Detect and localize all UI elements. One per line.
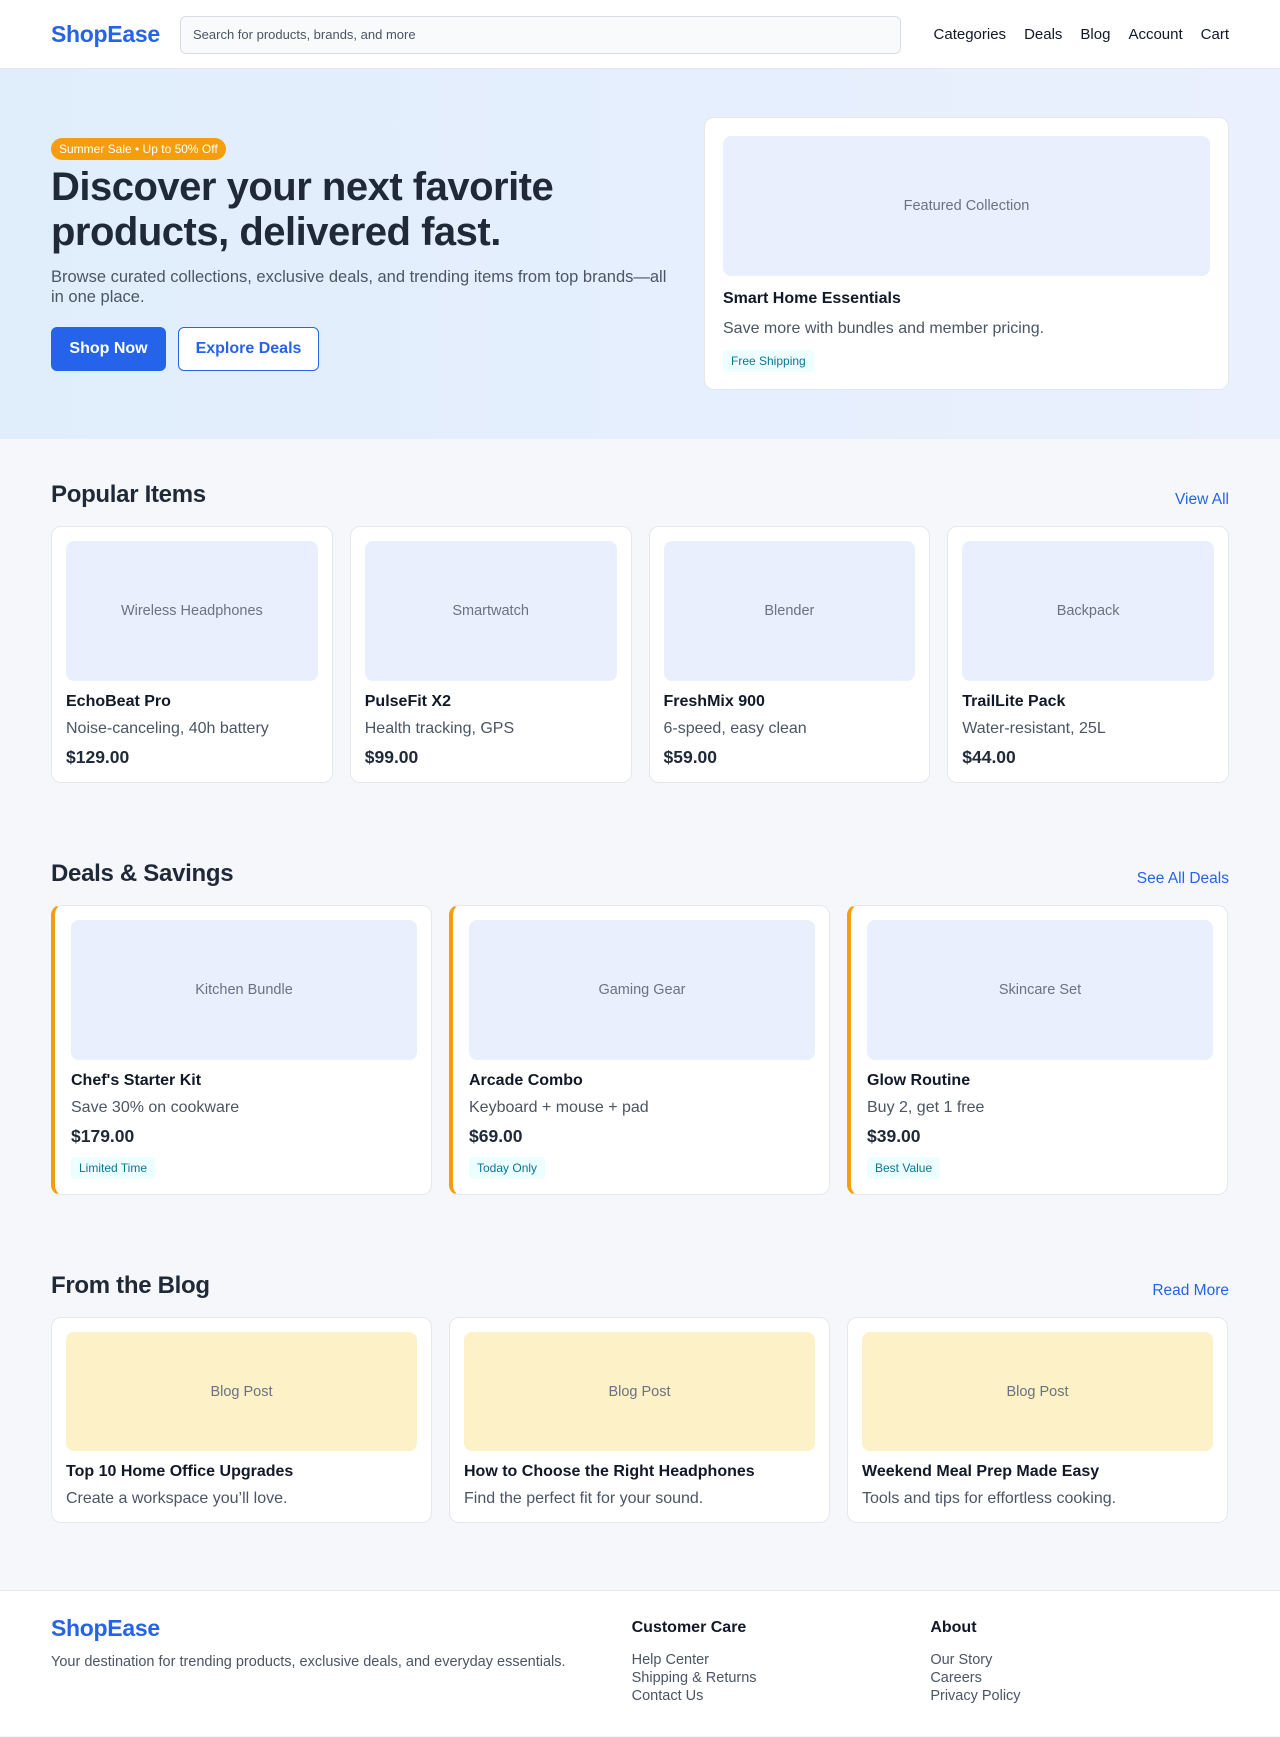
deal-card[interactable]: Gaming Gear Arcade Combo Keyboard + mous… (449, 905, 830, 1195)
deal-description: Keyboard + mouse + pad (469, 1099, 649, 1116)
featured-title: Smart Home Essentials (723, 290, 901, 307)
deal-image: Kitchen Bundle (71, 920, 417, 1060)
product-description: Noise-canceling, 40h battery (66, 720, 269, 737)
deal-name: Chef's Starter Kit (71, 1072, 202, 1089)
product-image: Blender (663, 541, 916, 681)
deals-section: Deals & Savings See All Deals Kitchen Bu… (0, 783, 1280, 1195)
section-title: Deals & Savings (51, 860, 234, 887)
product-name: PulseFit X2 (364, 693, 451, 710)
blog-image: Blog Post (66, 1332, 417, 1451)
footer-link-help-center[interactable]: Help Center (632, 1652, 709, 1668)
product-price: $59.00 (663, 747, 718, 767)
blog-title: Top 10 Home Office Upgrades (66, 1463, 294, 1480)
sale-badge: Summer Sale • Up to 50% Off (51, 138, 226, 160)
footer-link-privacy-policy[interactable]: Privacy Policy (930, 1688, 1020, 1704)
product-name: FreshMix 900 (663, 693, 765, 710)
deal-tag: Best Value (867, 1157, 941, 1179)
footer-link-contact-us[interactable]: Contact Us (632, 1688, 704, 1704)
deal-image: Skincare Set (867, 920, 1213, 1060)
product-card[interactable]: Smartwatch PulseFit X2 Health tracking, … (349, 526, 632, 783)
footer-column-title: About (930, 1619, 977, 1636)
site-header: ShopEase Categories Deals Blog Account C… (0, 0, 1280, 69)
see-all-deals-link[interactable]: See All Deals (1137, 870, 1229, 888)
product-image: Backpack (962, 541, 1214, 681)
hero-subtitle: Browse curated collections, exclusive de… (51, 268, 667, 306)
nav-account[interactable]: Account (1128, 26, 1182, 43)
deal-card[interactable]: Skincare Set Glow Routine Buy 2, get 1 f… (847, 905, 1228, 1195)
product-description: 6-speed, easy clean (663, 720, 807, 737)
footer-logo[interactable]: ShopEase (51, 1615, 632, 1642)
explore-deals-button[interactable]: Explore Deals (178, 327, 319, 371)
featured-subtitle: Save more with bundles and member pricin… (723, 320, 1045, 337)
product-image: Wireless Headphones (66, 541, 318, 681)
deal-tag: Today Only (469, 1157, 546, 1179)
read-more-link[interactable]: Read More (1152, 1282, 1229, 1300)
product-card[interactable]: Wireless Headphones EchoBeat Pro Noise-c… (51, 526, 333, 783)
product-card[interactable]: Blender FreshMix 900 6-speed, easy clean… (648, 526, 931, 783)
product-price: $99.00 (364, 747, 419, 767)
footer-link-careers[interactable]: Careers (930, 1670, 982, 1686)
blog-description: Find the perfect fit for your sound. (464, 1490, 704, 1507)
blog-image: Blog Post (464, 1332, 815, 1451)
featured-collection-card[interactable]: Featured Collection Smart Home Essential… (704, 117, 1229, 390)
footer-column-title: Customer Care (631, 1619, 747, 1636)
free-shipping-tag: Free Shipping (723, 350, 814, 372)
popular-items-section: Popular Items View All Wireless Headphon… (0, 439, 1280, 783)
product-price: $44.00 (962, 747, 1016, 767)
deal-price: $69.00 (469, 1126, 523, 1146)
logo[interactable]: ShopEase (51, 21, 180, 48)
blog-card[interactable]: Blog Post How to Choose the Right Headph… (449, 1317, 830, 1523)
product-price: $129.00 (66, 747, 130, 767)
search-input[interactable] (180, 15, 901, 54)
nav-cart[interactable]: Cart (1201, 26, 1229, 43)
site-footer: ShopEase Your destination for trending p… (0, 1590, 1280, 1736)
shop-now-button[interactable]: Shop Now (51, 327, 166, 371)
deal-name: Glow Routine (867, 1072, 971, 1089)
featured-image: Featured Collection (723, 136, 1210, 276)
footer-column-customer-care: Customer Care Help Center Shipping & Ret… (632, 1615, 931, 1705)
hero-buttons: Shop Now Explore Deals (51, 327, 671, 371)
footer-tagline: Your destination for trending products, … (51, 1654, 566, 1670)
footer-brand: ShopEase Your destination for trending p… (51, 1615, 632, 1705)
blog-title: How to Choose the Right Headphones (464, 1463, 755, 1480)
deal-description: Save 30% on cookware (71, 1099, 240, 1116)
footer-link-our-story[interactable]: Our Story (930, 1652, 992, 1668)
blog-card[interactable]: Blog Post Weekend Meal Prep Made Easy To… (847, 1317, 1228, 1523)
main-nav: Categories Deals Blog Account Cart (934, 26, 1229, 43)
nav-blog[interactable]: Blog (1080, 26, 1110, 43)
view-all-link[interactable]: View All (1175, 491, 1229, 509)
hero-content: Summer Sale • Up to 50% Off Discover you… (51, 117, 671, 390)
nav-deals[interactable]: Deals (1024, 26, 1062, 43)
deal-price: $179.00 (71, 1126, 135, 1146)
blog-description: Tools and tips for effortless cooking. (862, 1490, 1117, 1507)
product-image: Smartwatch (364, 541, 617, 681)
product-card[interactable]: Backpack TrailLite Pack Water-resistant,… (947, 526, 1229, 783)
hero-section: Summer Sale • Up to 50% Off Discover you… (0, 69, 1280, 439)
hero-title: Discover your next favorite products, de… (51, 165, 554, 254)
footer-link-shipping-returns[interactable]: Shipping & Returns (632, 1670, 757, 1686)
deal-image: Gaming Gear (469, 920, 815, 1060)
deal-name: Arcade Combo (469, 1072, 583, 1089)
product-description: Health tracking, GPS (364, 720, 515, 737)
product-name: EchoBeat Pro (66, 693, 171, 710)
deal-card[interactable]: Kitchen Bundle Chef's Starter Kit Save 3… (51, 905, 432, 1195)
blog-section: From the Blog Read More Blog Post Top 10… (0, 1195, 1280, 1523)
blog-image: Blog Post (862, 1332, 1213, 1451)
blog-title: Weekend Meal Prep Made Easy (862, 1463, 1100, 1480)
product-description: Water-resistant, 25L (962, 720, 1106, 737)
product-name: TrailLite Pack (962, 693, 1066, 710)
blog-card[interactable]: Blog Post Top 10 Home Office Upgrades Cr… (51, 1317, 432, 1523)
section-title: Popular Items (51, 481, 206, 508)
footer-column-about: About Our Story Careers Privacy Policy (930, 1615, 1229, 1705)
section-title: From the Blog (51, 1272, 210, 1299)
deal-tag: Limited Time (71, 1157, 156, 1179)
deal-price: $39.00 (867, 1126, 921, 1146)
blog-description: Create a workspace you’ll love. (66, 1490, 288, 1507)
deal-description: Buy 2, get 1 free (867, 1099, 985, 1116)
nav-categories[interactable]: Categories (934, 26, 1007, 43)
